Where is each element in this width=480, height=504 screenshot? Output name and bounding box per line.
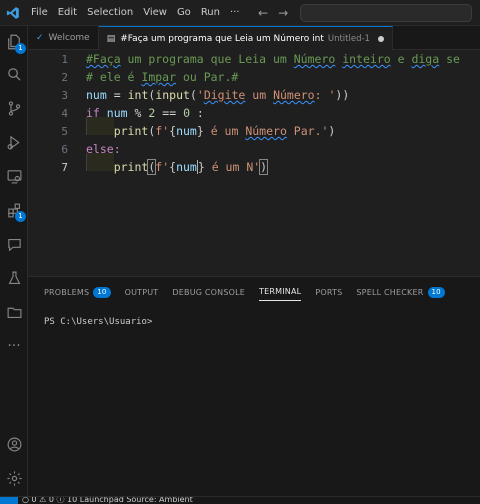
unsaved-dot-icon[interactable] [377, 35, 384, 42]
menu-selection[interactable]: Selection [82, 0, 138, 26]
line-number: 5 [61, 124, 68, 138]
extensions-badge: 1 [15, 211, 26, 222]
problems-badge: 10 [93, 286, 111, 298]
tab-problems[interactable]: PROBLEMS 10 [44, 283, 111, 301]
vscode-tab-icon: ✓ [36, 33, 44, 43]
run-debug-icon[interactable] [2, 130, 26, 154]
terminal-prompt[interactable]: PS C:\Users\Usuario> [44, 317, 152, 327]
code-text: #Faça um programa que Leia um Número int… [86, 52, 460, 66]
tab-debug-console[interactable]: DEBUG CONSOLE [172, 283, 245, 301]
code-text: # ele é Impar ou Par.# [86, 70, 239, 84]
menu-file[interactable]: File [26, 0, 53, 26]
folder-icon[interactable] [2, 300, 26, 324]
code-line-4: 4 if num % 2 == 0 : [28, 104, 480, 122]
editor-tab-bar: ✓ Welcome ▤ #Faça um programa que Leia u… [28, 26, 480, 50]
menu-run[interactable]: Run [196, 0, 225, 26]
tab-spell-checker-label: SPELL CHECKER [356, 287, 424, 297]
panel-tabs: PROBLEMS 10 OUTPUT DEBUG CONSOLE TERMINA… [44, 283, 445, 301]
code-text: print(f'{num} é um N') [113, 158, 269, 175]
explorer-icon[interactable]: 1 [2, 30, 26, 54]
code-line-6: 6 else: [28, 140, 480, 158]
text-cursor [196, 160, 198, 175]
menu-bar: File Edit Selection View Go Run ··· [26, 0, 245, 26]
code-line-3: 3 num = int(input('Digite um Número: ')) [28, 86, 480, 104]
code-text: num = int(input('Digite um Número: ')) [86, 88, 350, 102]
back-arrow-icon[interactable]: ← [258, 6, 268, 20]
code-line-2: 2 # ele é Impar ou Par.# [28, 68, 480, 86]
line-number: 2 [61, 70, 68, 84]
code-line-7: 7 print(f'{num} é um N') [28, 158, 480, 176]
tab-terminal[interactable]: TERMINAL [259, 283, 302, 301]
tab-welcome[interactable]: ✓ Welcome [28, 26, 99, 50]
line-number: 6 [61, 142, 68, 156]
line-number: 7 [61, 160, 68, 174]
line-number: 3 [61, 88, 68, 102]
tab-spell-checker[interactable]: SPELL CHECKER 10 [356, 283, 445, 301]
extensions-icon[interactable]: 1 [2, 198, 26, 222]
status-bar: ○ 0 ⚠ 0 ⓘ 10 Launchpad Source: Ambient [0, 496, 480, 504]
file-tab-icon: ▤ [106, 33, 116, 44]
testing-flask-icon[interactable] [2, 266, 26, 290]
tab-untitled-desc: Untitled-1 [327, 33, 370, 44]
source-control-icon[interactable] [2, 96, 26, 120]
tab-untitled-label: #Faça um programa que Leia um Número int [120, 33, 324, 44]
menu-edit[interactable]: Edit [53, 0, 82, 26]
menu-go[interactable]: Go [172, 0, 196, 26]
tab-output[interactable]: OUTPUT [125, 283, 159, 301]
activity-bar: 1 1 ··· [0, 26, 28, 496]
tab-untitled-1[interactable]: ▤ #Faça um programa que Leia um Número i… [98, 26, 393, 50]
command-center-search[interactable] [300, 4, 472, 22]
menu-more[interactable]: ··· [225, 0, 245, 26]
explorer-badge: 1 [15, 43, 26, 54]
spell-checker-badge: 10 [427, 286, 445, 298]
forward-arrow-icon[interactable]: → [278, 6, 288, 20]
code-line-5: 5 print(f'{num} é um Número Par.') [28, 122, 480, 140]
remote-indicator-icon[interactable] [0, 497, 18, 504]
code-text: else: [86, 142, 121, 156]
tab-problems-label: PROBLEMS [44, 287, 90, 297]
navigation-arrows: ← → [258, 0, 288, 26]
code-editor[interactable]: 1 #Faça um programa que Leia um Número i… [28, 50, 480, 276]
chat-icon[interactable] [2, 232, 26, 256]
more-icon[interactable]: ··· [2, 334, 26, 358]
line-number: 4 [61, 106, 68, 120]
search-icon[interactable] [2, 62, 26, 86]
remote-explorer-icon[interactable] [2, 164, 26, 188]
account-icon[interactable] [2, 432, 26, 456]
status-text: ○ 0 ⚠ 0 ⓘ 10 Launchpad Source: Ambient [22, 496, 193, 504]
settings-gear-icon[interactable] [2, 466, 26, 490]
tab-ports[interactable]: PORTS [315, 283, 342, 301]
tab-welcome-label: Welcome [48, 33, 90, 43]
vscode-logo-icon [0, 0, 26, 26]
title-bar: File Edit Selection View Go Run ··· ← → [0, 0, 480, 26]
line-number: 1 [61, 52, 68, 66]
code-text: if num % 2 == 0 : [86, 106, 204, 120]
code-text: print(f'{num} é um Número Par.') [113, 124, 336, 138]
code-line-1: 1 #Faça um programa que Leia um Número i… [28, 50, 480, 68]
menu-view[interactable]: View [138, 0, 172, 26]
bottom-panel: PROBLEMS 10 OUTPUT DEBUG CONSOLE TERMINA… [28, 276, 480, 496]
